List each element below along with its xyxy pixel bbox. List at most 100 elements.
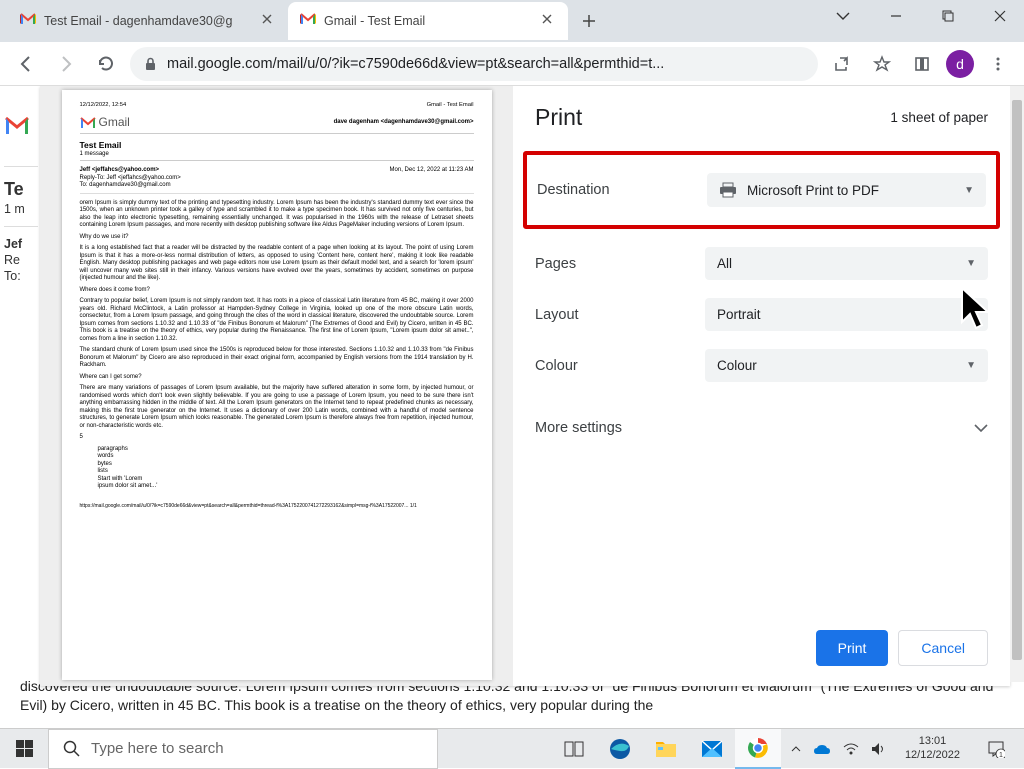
tab-active[interactable]: Gmail - Test Email (288, 2, 568, 40)
address-bar[interactable]: mail.google.com/mail/u/0/?ik=c7590de66d&… (130, 47, 818, 81)
clock-time: 13:01 (905, 735, 960, 748)
chevron-down-icon (974, 424, 988, 432)
print-button[interactable]: Print (816, 630, 889, 666)
layout-select[interactable]: Portrait▼ (705, 298, 988, 331)
scrollbar-thumb[interactable] (1012, 100, 1022, 660)
tray-clock[interactable]: 13:01 12/12/2022 (899, 735, 966, 761)
new-tab-button[interactable] (574, 6, 604, 36)
preview-from: Jeff <jeffahcs@yahoo.com> (80, 167, 181, 175)
preview-timestamp: 12/12/2022, 12:54 (80, 102, 127, 109)
bg-title: Te (4, 179, 36, 200)
mail-icon[interactable] (689, 729, 735, 769)
gmail-background: Te 1 m Jef Re To: (0, 86, 40, 716)
preview-body: Contrary to popular belief, Lorem Ipsum … (80, 298, 474, 343)
toolbar: mail.google.com/mail/u/0/?ik=c7590de66d&… (0, 42, 1024, 86)
start-button[interactable] (0, 729, 48, 769)
search-icon (63, 740, 81, 758)
gmail-icon (300, 13, 316, 29)
more-settings-label: More settings (535, 420, 622, 436)
extensions-icon[interactable] (906, 48, 938, 80)
search-placeholder: Type here to search (91, 740, 224, 757)
maximize-icon[interactable] (932, 4, 964, 28)
preview-header: Gmail - Test Email (427, 102, 474, 109)
bg-to: To: (4, 269, 36, 283)
print-preview[interactable]: 12/12/2022, 12:54 Gmail - Test Email Gmai… (40, 86, 513, 686)
back-button[interactable] (10, 48, 42, 80)
chevron-down-icon: ▼ (966, 258, 976, 269)
profile-avatar[interactable]: d (946, 50, 974, 78)
pages-label: Pages (535, 256, 705, 272)
taskbar: Type here to search 13:01 12/12/2022 1 (0, 728, 1024, 768)
tab-bar: Test Email - dagenhamdave30@g Gmail - Te… (0, 0, 1024, 42)
minimize-icon[interactable] (880, 4, 912, 28)
sheet-count: 1 sheet of paper (890, 110, 988, 125)
destination-value: Microsoft Print to PDF (747, 183, 879, 198)
clock-date: 12/12/2022 (905, 749, 960, 762)
preview-to: To: dagenhamdave30@gmail.com (80, 182, 181, 190)
pages-value: All (717, 256, 732, 271)
taskbar-search[interactable]: Type here to search (48, 729, 438, 769)
chevron-down-icon: ▼ (966, 309, 976, 320)
chevron-down-icon: ▼ (966, 360, 976, 371)
edge-icon[interactable] (597, 729, 643, 769)
preview-heading: Where does it come from? (80, 287, 474, 295)
destination-select[interactable]: Microsoft Print to PDF ▼ (707, 173, 986, 207)
speaker-icon[interactable] (871, 742, 887, 756)
menu-icon[interactable] (982, 48, 1014, 80)
tab-inactive[interactable]: Test Email - dagenhamdave30@g (8, 2, 288, 40)
forward-button[interactable] (50, 48, 82, 80)
close-icon[interactable] (542, 14, 556, 28)
preview-body: There are many variations of passages of… (80, 385, 474, 430)
gmail-logo-icon (4, 116, 30, 136)
colour-select[interactable]: Colour▼ (705, 349, 988, 382)
notifications-icon[interactable]: 1 (978, 740, 1014, 758)
chrome-icon[interactable] (735, 729, 781, 769)
preview-reply: Reply-To: Jeff <jeffahcs@yahoo.com> (80, 175, 181, 183)
preview-heading: Why do we use it? (80, 234, 474, 242)
layout-label: Layout (535, 307, 705, 323)
cancel-button[interactable]: Cancel (898, 630, 988, 666)
url-text: mail.google.com/mail/u/0/?ik=c7590de66d&… (167, 56, 804, 72)
gmail-brand: Gmail (80, 115, 130, 130)
destination-label: Destination (537, 182, 707, 198)
preview-list: paragraphswordsbyteslistsStart with 'Lor… (80, 446, 474, 491)
wifi-icon[interactable] (843, 743, 859, 755)
chevron-down-icon[interactable] (826, 6, 860, 26)
preview-footer: https://mail.google.com/mail/u/0/?ik=c75… (80, 503, 474, 509)
page-content: Te 1 m Jef Re To: discovered the undoubt… (0, 86, 1024, 716)
reload-button[interactable] (90, 48, 122, 80)
printer-icon (719, 182, 737, 198)
svg-text:1: 1 (999, 752, 1003, 758)
print-settings: Print 1 sheet of paper Destination Micro… (513, 86, 1010, 686)
gmail-icon (20, 13, 36, 29)
print-title: Print (535, 104, 582, 131)
preview-body: It is a long established fact that a rea… (80, 245, 474, 283)
share-icon[interactable] (826, 48, 858, 80)
file-explorer-icon[interactable] (643, 729, 689, 769)
preview-heading: Where can I get some? (80, 374, 474, 382)
pages-select[interactable]: All ▼ (705, 247, 988, 280)
preview-subject: Test Email (80, 140, 474, 151)
star-icon[interactable] (866, 48, 898, 80)
tab-title: Gmail - Test Email (324, 14, 534, 28)
tab-title: Test Email - dagenhamdave30@g (44, 14, 254, 28)
lock-icon (144, 57, 157, 71)
more-settings-toggle[interactable]: More settings (535, 420, 988, 436)
preview-body: The standard chunk of Lorem Ipsum used s… (80, 347, 474, 370)
scrollbar[interactable] (1010, 86, 1024, 682)
window-controls (826, 4, 1016, 28)
preview-msgcount: 1 message (80, 151, 474, 162)
browser-chrome: Test Email - dagenhamdave30@g Gmail - Te… (0, 0, 1024, 86)
system-tray: 13:01 12/12/2022 1 (781, 735, 1024, 761)
bg-reply: Re (4, 253, 36, 267)
colour-label: Colour (535, 358, 705, 374)
bg-count: 1 m (4, 202, 36, 216)
preview-list-label: 5 (80, 434, 474, 442)
task-view-icon[interactable] (551, 729, 597, 769)
tray-chevron-icon[interactable] (791, 746, 801, 752)
onedrive-icon[interactable] (813, 743, 831, 755)
close-icon[interactable] (262, 14, 276, 28)
close-window-icon[interactable] (984, 4, 1016, 28)
print-dialog: 12/12/2022, 12:54 Gmail - Test Email Gmai… (40, 86, 1010, 686)
chevron-down-icon: ▼ (964, 185, 974, 196)
